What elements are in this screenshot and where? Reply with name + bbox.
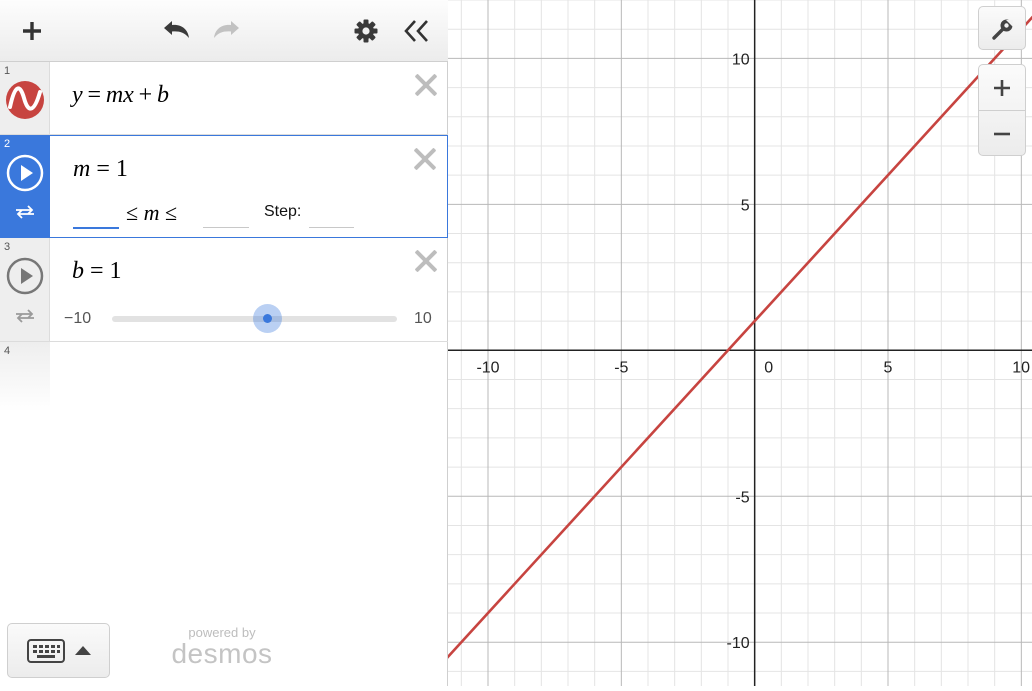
keyboard-icon: [27, 639, 65, 663]
y-tick-label: 5: [741, 197, 750, 214]
gear-icon: [354, 19, 378, 43]
expression-gutter: 2: [0, 135, 50, 238]
redo-button[interactable]: [208, 12, 246, 50]
play-icon[interactable]: [6, 257, 44, 295]
loop-icon[interactable]: [14, 308, 36, 324]
x-tick-label: -10: [476, 359, 499, 376]
graph-settings-button[interactable]: [978, 6, 1026, 50]
powered-by-desmos[interactable]: powered by desmos: [166, 625, 278, 668]
loop-icon[interactable]: [14, 204, 36, 220]
undo-button[interactable]: [157, 12, 195, 50]
delete-expression-button[interactable]: [409, 144, 439, 174]
wave-icon[interactable]: [5, 80, 45, 120]
zoom-controls: [978, 64, 1026, 156]
equals-sign: =: [84, 258, 110, 284]
delete-expression-button[interactable]: [410, 70, 440, 100]
slider-handle-dot: [263, 314, 272, 323]
delete-expression-button[interactable]: [410, 246, 440, 276]
slider-range-label: ≤ m ≤: [126, 200, 178, 225]
expression-gutter: 3: [0, 238, 50, 341]
collapse-list-button[interactable]: [397, 12, 435, 50]
graph-canvas[interactable]: -10 -5 0 5 10 10 5 -5 -10: [433, 0, 1032, 686]
slider-max-label[interactable]: 10: [414, 310, 432, 328]
expression-index: 2: [4, 138, 11, 150]
desmos-logo: desmos: [171, 638, 273, 669]
y-tick-label: 10: [732, 51, 750, 68]
expression-math[interactable]: y = mx + b: [72, 82, 169, 109]
y-tick-label: -10: [727, 635, 750, 652]
expression-index: 3: [4, 241, 11, 253]
double-chevron-left-icon: [404, 20, 428, 42]
expression-gutter: 1: [0, 62, 50, 134]
slider-max-input[interactable]: [203, 227, 249, 228]
expression-gutter: 4: [0, 342, 50, 412]
keyboard-toggle-button[interactable]: [7, 623, 110, 678]
x-tick-label: 10: [1012, 359, 1030, 376]
undo-icon: [164, 21, 189, 38]
slider-min-label[interactable]: −10: [64, 310, 91, 328]
expression-toolbar: [0, 0, 448, 62]
play-icon[interactable]: [6, 154, 44, 192]
x-tick-label: 0: [764, 359, 773, 376]
graph-curve: [433, 15, 1032, 673]
caret-up-icon: [75, 646, 91, 655]
zoom-in-button[interactable]: [979, 65, 1025, 111]
variable-value: 1: [115, 156, 128, 182]
add-item-button[interactable]: [13, 12, 51, 50]
expression-item-selected[interactable]: 2 m = 1 ≤ m ≤ Step:: [0, 135, 448, 238]
step-input[interactable]: [309, 227, 354, 228]
variable-name: b: [72, 258, 84, 284]
graph-paper[interactable]: -10 -5 0 5 10 10 5 -5 -10: [433, 0, 1032, 686]
new-expression-item[interactable]: 4: [0, 342, 448, 412]
expression-index: 4: [4, 345, 11, 357]
wrench-icon: [992, 19, 1013, 40]
variable-name: m: [73, 156, 91, 182]
slider-variable-definition[interactable]: m = 1: [73, 156, 128, 183]
expression-index: 1: [4, 65, 11, 77]
plus-icon: [23, 22, 41, 40]
equals-sign: =: [90, 156, 116, 182]
zoom-out-button[interactable]: [979, 111, 1025, 156]
slider-min-input[interactable]: [73, 227, 119, 229]
expression-item[interactable]: 1 y = mx + b: [0, 62, 448, 135]
variable-value: 1: [109, 258, 122, 284]
x-tick-label: -5: [614, 359, 628, 376]
minus-icon: [994, 132, 1010, 136]
step-label: Step:: [264, 203, 302, 220]
slider-variable-definition[interactable]: b = 1: [72, 258, 122, 285]
y-tick-label: -5: [735, 489, 749, 506]
plus-icon: [994, 80, 1010, 96]
x-tick-label: 5: [884, 359, 893, 376]
settings-button[interactable]: [347, 12, 385, 50]
redo-icon: [214, 21, 239, 38]
expression-panel: 1 y = mx + b 2 m = 1 ≤ m ≤ Step: 3 b = 1…: [0, 0, 448, 686]
